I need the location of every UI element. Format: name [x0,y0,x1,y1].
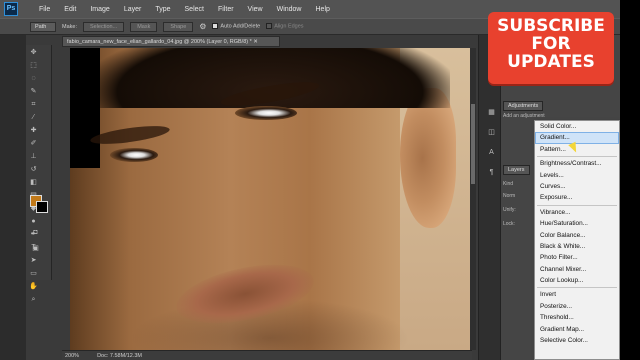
make-mask-button[interactable]: Mask [130,21,158,32]
menu-item-brightness-contrast[interactable]: Brightness/Contrast... [535,158,619,169]
menu-item-hue-saturation[interactable]: Hue/Saturation... [535,218,619,229]
auto-add-delete-checkbox[interactable]: Auto Add/Delete [212,23,260,30]
zoom-tool-icon[interactable]: ⌕ [28,294,39,305]
make-selection-button[interactable]: Selection... [82,21,125,32]
photo-right-eye [235,106,297,120]
photo-left-eye [110,148,158,162]
menu-item-curves[interactable]: Curves... [535,181,619,192]
menu-item-vibrance[interactable]: Vibrance... [535,207,619,218]
status-bar: 200% Doc: 7.58M/12.3M [62,350,472,360]
tool-mode-select[interactable]: Path [30,21,56,32]
menu-layer[interactable]: Layer [117,6,149,13]
make-shape-button[interactable]: Shape [163,21,194,32]
lock-label: Lock: [503,221,515,227]
make-label: Make: [62,23,77,30]
menu-item-channel-mixer[interactable]: Channel Mixer... [535,264,619,275]
menu-separator [537,204,617,206]
clone-stamp-icon[interactable]: ⊥ [28,151,39,162]
quick-mask-icon[interactable]: ◘ [30,227,41,238]
menu-file[interactable]: File [32,6,57,13]
menu-item-photo-filter[interactable]: Photo Filter... [535,252,619,263]
menu-select[interactable]: Select [178,6,211,13]
layer-filter-kind[interactable]: Kind [503,181,513,189]
menu-item-levels[interactable]: Levels... [535,170,619,181]
brush-tool-icon[interactable]: ✐ [28,138,39,149]
history-panel-icon[interactable]: ▦ [486,107,497,118]
menu-window[interactable]: Window [270,6,309,13]
dodge-tool-icon[interactable]: ● [28,216,39,227]
blend-mode-select[interactable]: Norm [503,193,515,201]
menu-item-color-balance[interactable]: Color Balance... [535,230,619,241]
zoom-level[interactable]: 200% [65,353,79,359]
menu-item-color-lookup[interactable]: Color Lookup... [535,275,619,286]
hand-tool-icon[interactable]: ✋ [28,281,39,292]
adjustment-menu: Solid Color... Gradient... Pattern... Br… [534,120,620,360]
menu-separator [537,156,617,158]
menu-item-invert[interactable]: Invert [535,289,619,300]
tab-adjustments[interactable]: Adjustments [503,101,544,111]
canvas-vertical-scrollbar[interactable] [470,48,476,350]
document-size: Doc: 7.58M/12.3M [97,352,143,359]
crop-tool-icon[interactable]: ⌗ [28,99,39,110]
unify-label: Unify: [503,207,516,213]
menu-item-black-white[interactable]: Black & White... [535,241,619,252]
background-color-swatch[interactable] [36,201,48,213]
screen-mode-icon[interactable]: ▣ [30,243,41,254]
menu-item-gradient-map[interactable]: Gradient Map... [535,324,619,335]
menu-filter[interactable]: Filter [211,6,241,13]
menu-edit[interactable]: Edit [57,6,83,13]
scrollbar-thumb[interactable] [471,104,475,184]
history-brush-icon[interactable]: ↺ [28,164,39,175]
eraser-icon[interactable]: ◧ [28,177,39,188]
menu-item-exposure[interactable]: Exposure... [535,192,619,203]
gear-icon[interactable]: ⚙ [199,22,206,31]
path-select-icon[interactable]: ➤ [28,255,39,266]
photo-left-eyebrow [89,122,171,148]
menu-view[interactable]: View [241,6,270,13]
properties-panel-icon[interactable]: ◫ [486,127,497,138]
left-dock [0,35,26,360]
menu-image[interactable]: Image [83,6,116,13]
character-panel-icon[interactable]: A [486,147,497,158]
photoshop-logo-icon: Ps [4,2,18,16]
menu-item-solid-color[interactable]: Solid Color... [535,121,619,132]
paragraph-panel-icon[interactable]: ¶ [486,167,497,178]
badge-line-2: FOR [531,33,571,54]
menu-type[interactable]: Type [148,6,177,13]
badge-line-3: UPDATES [507,51,595,72]
close-icon[interactable]: ✕ [253,39,258,45]
quick-select-icon[interactable]: ✎ [28,86,39,97]
menu-item-threshold[interactable]: Threshold... [535,312,619,323]
menu-separator [537,287,617,289]
toolbox: ✥⬚ ◌✎ ⌗⁄ ✚✐ ⊥↺ ◧▤ ◆● ✒T ➤▭ ✋⌕ ◘ ▣ [26,45,52,303]
menu-item-selective-color[interactable]: Selective Color... [535,335,619,346]
lasso-tool-icon[interactable]: ◌ [28,73,39,84]
photo-shadow [70,48,100,168]
subscribe-badge[interactable]: SUBSCRIBE FOR UPDATES [488,12,614,84]
letterbox-right [620,0,640,360]
tab-layers[interactable]: Layers [503,165,530,175]
photoshop-window: Ps File Edit Image Layer Type Select Fil… [0,0,640,360]
document-canvas[interactable] [70,48,470,350]
move-tool-icon[interactable]: ✥ [28,47,39,58]
align-edges-checkbox[interactable]: Align Edges [266,23,304,30]
menu-help[interactable]: Help [309,6,337,13]
document-tab[interactable]: fabio_camara_new_face_elian_gallardo_04.… [62,36,280,47]
menu-item-gradient[interactable]: Gradient... [535,132,619,144]
marquee-tool-icon[interactable]: ⬚ [28,60,39,71]
healing-brush-icon[interactable]: ✚ [28,125,39,136]
shape-tool-icon[interactable]: ▭ [28,268,39,279]
photo-ear [400,88,456,228]
menu-item-posterize[interactable]: Posterize... [535,301,619,312]
eyedropper-icon[interactable]: ⁄ [28,112,39,123]
